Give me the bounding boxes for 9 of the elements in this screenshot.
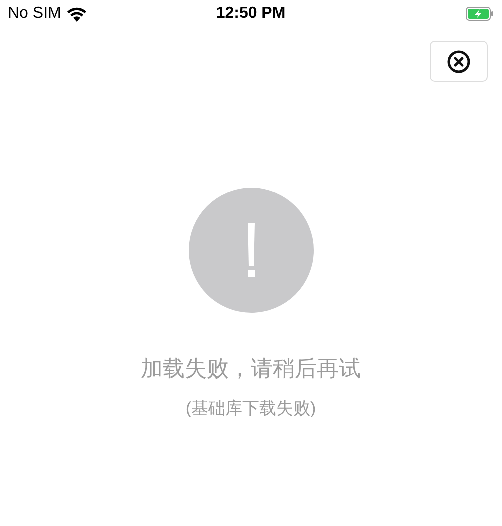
warning-icon bbox=[188, 188, 314, 313]
carrier-label: No SIM bbox=[8, 4, 62, 24]
battery-charging-icon bbox=[466, 7, 494, 21]
wifi-icon bbox=[67, 6, 88, 22]
error-detail: (基础库下载失败) bbox=[186, 398, 316, 420]
clock-time: 12:50 PM bbox=[216, 4, 286, 24]
close-icon bbox=[447, 50, 471, 74]
close-button[interactable] bbox=[430, 41, 488, 82]
error-message: 加载失败，请稍后再试 bbox=[141, 355, 361, 383]
